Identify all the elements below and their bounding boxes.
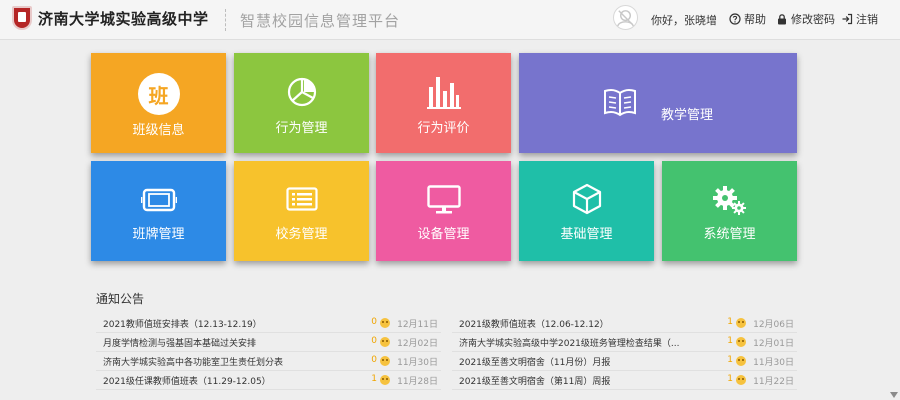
smiley-icon [736, 375, 746, 385]
notice-date: 11月30日 [397, 358, 438, 368]
notice-date: 11月28日 [397, 377, 438, 387]
tile-system-management[interactable]: 系统管理 [662, 161, 797, 261]
notice-read-count: 0 [371, 317, 377, 327]
notice-title: 2021级教师值班表（12.06-12.12） [459, 320, 609, 330]
notice-title: 济南大学城实验高中各功能室卫生责任划分表 [103, 358, 284, 368]
notice-date: 11月30日 [753, 358, 794, 368]
notice-list-right: 2021级教师值班表（12.06-12.12） 1 12月06日 济南大学城实验… [452, 314, 797, 390]
notice-item[interactable]: 济南大学城实验高中各功能室卫生责任划分表 0 11月30日 [96, 352, 441, 371]
notice-title: 月度学情检测与强基固本基础过关安排 [103, 339, 257, 349]
smiley-icon [736, 318, 746, 328]
tile-signboard-management[interactable]: 班牌管理 [91, 161, 226, 261]
tile-class-info[interactable]: 班 班级信息 [91, 53, 226, 153]
notice-item[interactable]: 月度学情检测与强基固本基础过关安排 0 12月02日 [96, 333, 441, 352]
gears-icon [712, 186, 746, 215]
monitor-icon [426, 185, 461, 214]
notice-read-count: 1 [727, 374, 733, 384]
pie-chart-icon [287, 77, 316, 107]
tile-behavior-management-label: 行为管理 [275, 121, 328, 136]
lock-icon [778, 14, 786, 25]
notice-read-count: 0 [371, 336, 377, 346]
notice-section-title: 通知公告 [96, 292, 145, 306]
smiley-icon [380, 356, 390, 366]
notice-read-count: 1 [727, 336, 733, 346]
tile-school-affairs[interactable]: 校务管理 [234, 161, 369, 261]
scroll-down-arrow-icon[interactable] [890, 392, 898, 398]
avatar-placeholder-icon [617, 10, 634, 27]
tile-school-affairs-label: 校务管理 [275, 227, 328, 242]
notice-read-count: 1 [727, 317, 733, 327]
logout-link[interactable]: 注销 [841, 11, 878, 27]
tile-basic-management[interactable]: 基础管理 [519, 161, 654, 261]
school-logo [12, 6, 32, 30]
tile-teaching-management[interactable]: 教学管理 [519, 53, 797, 153]
notice-read-count: 1 [371, 374, 377, 384]
list-icon [285, 187, 318, 211]
logout-icon [842, 13, 853, 25]
notice-item[interactable]: 2021级至善文明宿舍（11月份）月报 1 11月30日 [452, 352, 797, 371]
tile-device-management[interactable]: 设备管理 [376, 161, 511, 261]
smiley-icon [380, 318, 390, 328]
notice-title: 2021级任课教师值班表（11.29-12.05） [103, 377, 271, 387]
notice-date: 12月06日 [753, 320, 794, 330]
notice-title: 2021级至善文明宿舍（11月份）月报 [459, 358, 611, 368]
platform-title: 智慧校园信息管理平台 [240, 12, 401, 30]
help-label: 帮助 [744, 13, 766, 26]
smiley-icon [736, 356, 746, 366]
tile-class-info-label: 班级信息 [132, 123, 185, 138]
help-link[interactable]: 帮助 [729, 11, 766, 27]
help-icon [729, 13, 741, 25]
notice-date: 12月02日 [397, 339, 438, 349]
notice-item[interactable]: 2021级至善文明宿舍（第11周）周报 1 11月22日 [452, 371, 797, 390]
tile-behavior-management[interactable]: 行为管理 [234, 53, 369, 153]
smiley-icon [736, 337, 746, 347]
notice-title: 2021级至善文明宿舍（第11周）周报 [459, 377, 611, 387]
top-header: 济南大学城实验高级中学 智慧校园信息管理平台 你好，张晓增 帮助 修改密码 注销 [0, 0, 900, 40]
smiley-icon [380, 337, 390, 347]
notice-title: 济南大学城实验高级中学2021级班务管理检查结果（... [459, 339, 680, 349]
tile-system-management-label: 系统管理 [703, 227, 756, 242]
cube-icon [572, 183, 601, 215]
tile-teaching-management-label: 教学管理 [661, 108, 714, 123]
notice-item[interactable]: 2021级任课教师值班表（11.29-12.05） 1 11月28日 [96, 371, 441, 390]
notice-item[interactable]: 济南大学城实验高级中学2021级班务管理检查结果（... 1 12月01日 [452, 333, 797, 352]
notice-item[interactable]: 2021级教师值班表（12.06-12.12） 1 12月06日 [452, 314, 797, 333]
notice-read-count: 0 [371, 355, 377, 365]
change-password-label: 修改密码 [791, 13, 835, 26]
bar-chart-icon [426, 77, 461, 109]
change-password-link[interactable]: 修改密码 [776, 11, 835, 27]
smiley-icon [380, 375, 390, 385]
tile-basic-management-label: 基础管理 [560, 227, 613, 242]
header-divider [225, 9, 226, 31]
tile-behavior-evaluation[interactable]: 行为评价 [376, 53, 511, 153]
tile-behavior-evaluation-label: 行为评价 [417, 121, 470, 136]
user-avatar[interactable] [613, 5, 638, 30]
notice-date: 11月22日 [753, 377, 794, 387]
notice-list-left: 2021教师值班安排表（12.13-12.19） 0 12月11日 月度学情检测… [96, 314, 441, 390]
school-name: 济南大学城实验高级中学 [38, 10, 209, 28]
tablet-icon [140, 188, 177, 212]
notice-title: 2021教师值班安排表（12.13-12.19） [103, 320, 262, 330]
notice-read-count: 1 [727, 355, 733, 365]
notice-date: 12月01日 [753, 339, 794, 349]
tile-signboard-management-label: 班牌管理 [132, 227, 185, 242]
class-badge-icon: 班 [137, 73, 180, 115]
tile-device-management-label: 设备管理 [417, 227, 470, 242]
notice-date: 12月11日 [397, 320, 438, 330]
logout-label: 注销 [856, 13, 878, 26]
open-book-icon [604, 88, 636, 117]
notice-item[interactable]: 2021教师值班安排表（12.13-12.19） 0 12月11日 [96, 314, 441, 333]
user-greeting: 你好，张晓增 [651, 14, 717, 27]
